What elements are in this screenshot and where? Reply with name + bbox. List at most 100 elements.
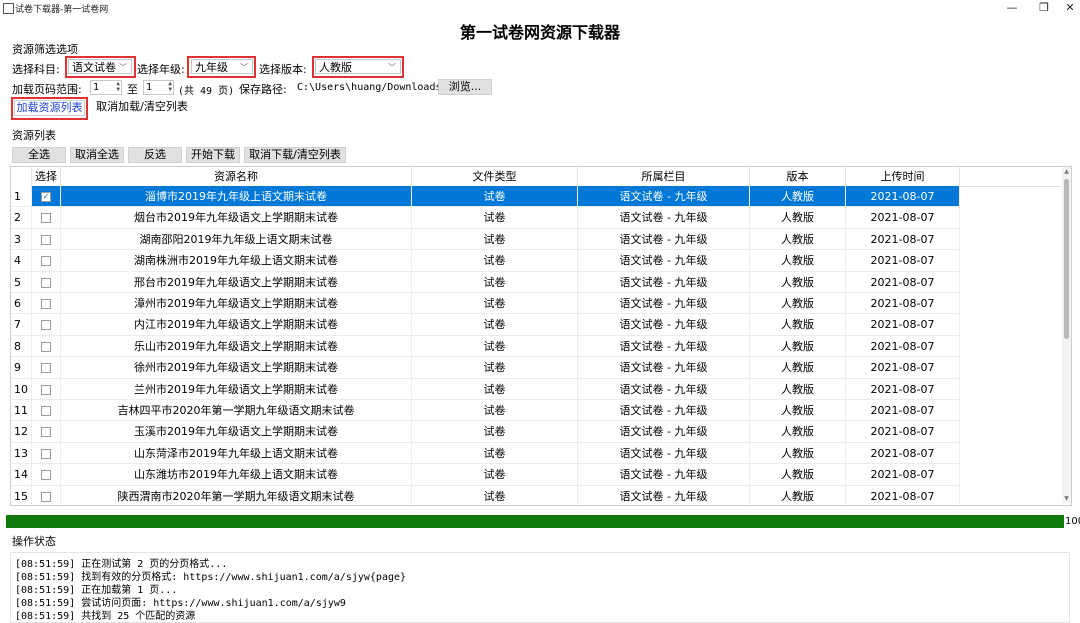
row-checkbox[interactable] — [41, 427, 51, 438]
browse-button[interactable]: 浏览... — [438, 79, 492, 95]
row-select-cell: ✓ — [32, 186, 61, 208]
upload-date-cell: 2021-08-07 — [846, 250, 960, 272]
scrollbar-thumb[interactable] — [1064, 179, 1069, 339]
file-type-cell: 试卷 — [412, 207, 578, 229]
list-section-label: 资源列表 — [12, 129, 56, 142]
checked-checkbox[interactable]: ✓ — [41, 192, 51, 202]
category-cell: 语文试卷 - 九年级 — [578, 378, 750, 400]
category-cell: 语文试卷 - 九年级 — [578, 314, 750, 336]
title-bar: 试卷下载器-第一试卷网 — ❐ ✕ — [0, 0, 1080, 16]
row-number: 8 — [11, 335, 32, 358]
edition-highlight-box — [312, 56, 404, 78]
row-checkbox[interactable] — [41, 256, 51, 267]
resource-name-cell: 乐山市2019年九年级语文上学期期末试卷 — [61, 335, 412, 358]
row-checkbox[interactable] — [41, 277, 51, 288]
category-cell: 语文试卷 - 九年级 — [578, 293, 750, 315]
column-header-type[interactable]: 文件类型 — [412, 167, 578, 186]
edition-cell: 人教版 — [750, 293, 846, 315]
scroll-up-icon[interactable]: ▲ — [1062, 168, 1071, 175]
app-icon — [3, 3, 14, 14]
page-from-value: 1 — [93, 82, 100, 93]
file-type-cell: 试卷 — [412, 485, 578, 505]
file-type-cell: 试卷 — [412, 378, 578, 400]
row-checkbox[interactable] — [41, 406, 51, 416]
row-checkbox[interactable] — [41, 213, 51, 224]
table-row[interactable]: 7 内江市2019年九年级语文上学期期末试卷 试卷 语文试卷 - 九年级 人教版 2021… — [11, 314, 1061, 336]
row-checkbox[interactable] — [41, 320, 51, 331]
start-download-button[interactable]: 开始下载 — [186, 147, 240, 163]
deselect-all-button[interactable]: 取消全选 — [70, 147, 124, 163]
page-to-spinbox[interactable]: 1 ▲ ▼ — [143, 80, 174, 95]
resource-name-cell: 徐州市2019年九年级语文上学期期末试卷 — [61, 357, 412, 379]
close-button[interactable]: ✕ — [1055, 0, 1080, 16]
upload-date-cell: 2021-08-07 — [846, 485, 960, 505]
row-select-cell — [32, 378, 61, 400]
row-checkbox[interactable] — [41, 341, 51, 352]
edition-cell: 人教版 — [750, 378, 846, 400]
invert-selection-button[interactable]: 反选 — [128, 147, 182, 163]
scroll-down-icon[interactable]: ▼ — [1062, 495, 1071, 502]
to-label: 至 — [127, 83, 138, 96]
row-checkbox[interactable] — [41, 448, 51, 459]
vertical-scrollbar[interactable]: ▲ ▼ — [1062, 167, 1071, 503]
page-from-spinbox[interactable]: 1 ▲ ▼ — [90, 80, 122, 95]
column-header-date[interactable]: 上传时间 — [846, 167, 960, 186]
table-row[interactable]: 11 吉林四平市2020年第一学期九年级语文期末试卷 试卷 语文试卷 - 九年级 人教版… — [11, 400, 1061, 422]
table-row[interactable]: 5 邢台市2019年九年级语文上学期期末试卷 试卷 语文试卷 - 九年级 人教版 2021… — [11, 271, 1061, 293]
category-cell: 语文试卷 - 九年级 — [578, 271, 750, 293]
row-checkbox[interactable] — [41, 234, 51, 245]
resource-name-cell: 漳州市2019年九年级语文上学期期末试卷 — [61, 293, 412, 315]
upload-date-cell: 2021-08-07 — [846, 271, 960, 293]
upload-date-cell: 2021-08-07 — [846, 293, 960, 315]
progress-bar — [6, 515, 1064, 528]
table-row[interactable]: 2 烟台市2019年九年级语文上学期期末试卷 试卷 语文试卷 - 九年级 人教版 2021… — [11, 207, 1061, 229]
cancel-download-button[interactable]: 取消下载/清空列表 — [244, 147, 346, 163]
upload-date-cell: 2021-08-07 — [846, 464, 960, 486]
edition-label: 选择版本: — [259, 63, 307, 76]
table-row[interactable]: 14 山东潍坊市2019年九年级上语文期末试卷 试卷 语文试卷 - 九年级 人教版 202… — [11, 464, 1061, 486]
column-header-edition[interactable]: 版本 — [750, 167, 846, 186]
column-header-select[interactable]: 选择 — [32, 167, 61, 186]
table-row[interactable]: 9 徐州市2019年九年级语文上学期期末试卷 试卷 语文试卷 - 九年级 人教版 2021… — [11, 357, 1061, 379]
table-row[interactable]: 1 ✓ 淄博市2019年九年级上语文期末试卷 试卷 语文试卷 - 九年级 人教版 2021-… — [11, 186, 1061, 208]
row-checkbox[interactable] — [41, 384, 51, 395]
file-type-cell: 试卷 — [412, 357, 578, 379]
upload-date-cell: 2021-08-07 — [846, 442, 960, 465]
category-cell: 语文试卷 - 九年级 — [578, 421, 750, 443]
window-title: 试卷下载器-第一试卷网 — [15, 5, 109, 15]
category-cell: 语文试卷 - 九年级 — [578, 464, 750, 486]
file-type-cell: 试卷 — [412, 421, 578, 443]
table-row[interactable]: 4 湖南株洲市2019年九年级上语文期末试卷 试卷 语文试卷 - 九年级 人教版 2021… — [11, 250, 1061, 272]
row-checkbox[interactable] — [41, 363, 51, 374]
table-row[interactable]: 3 湖南邵阳2019年九年级上语文期末试卷 试卷 语文试卷 - 九年级 人教版 2021-… — [11, 228, 1061, 251]
filter-section-label: 资源筛选选项 — [12, 43, 78, 56]
minimize-button[interactable]: — — [997, 0, 1027, 16]
table-row[interactable]: 15 陕西渭南市2020年第一学期九年级语文期末试卷 试卷 语文试卷 - 九年级 人教版… — [11, 485, 1061, 505]
row-number: 3 — [11, 228, 32, 251]
file-type-cell: 试卷 — [412, 464, 578, 486]
spin-arrows-icon[interactable]: ▲ ▼ — [168, 81, 172, 93]
file-type-cell: 试卷 — [412, 293, 578, 315]
file-type-cell: 试卷 — [412, 442, 578, 465]
file-type-cell: 试卷 — [412, 186, 578, 208]
table-row[interactable]: 6 漳州市2019年九年级语文上学期期末试卷 试卷 语文试卷 - 九年级 人教版 2021… — [11, 293, 1061, 315]
table-row[interactable]: 13 山东菏泽市2019年九年级上语文期末试卷 试卷 语文试卷 - 九年级 人教版 202… — [11, 442, 1061, 465]
select-all-button[interactable]: 全选 — [12, 147, 66, 163]
spin-arrows-icon[interactable]: ▲ ▼ — [116, 81, 120, 93]
row-checkbox[interactable] — [41, 299, 51, 309]
table-row[interactable]: 12 玉溪市2019年九年级语文上学期期末试卷 试卷 语文试卷 - 九年级 人教版 202… — [11, 421, 1061, 443]
row-select-cell — [32, 293, 61, 315]
edition-cell: 人教版 — [750, 357, 846, 379]
row-checkbox[interactable] — [41, 470, 51, 481]
table-row[interactable]: 10 兰州市2019年九年级语文上学期期末试卷 试卷 语文试卷 - 九年级 人教版 202… — [11, 378, 1061, 400]
column-header-name[interactable]: 资源名称 — [61, 167, 412, 186]
row-checkbox[interactable] — [41, 491, 51, 502]
table-row[interactable]: 8 乐山市2019年九年级语文上学期期末试卷 试卷 语文试卷 - 九年级 人教版 2021… — [11, 335, 1061, 358]
column-header-category[interactable]: 所属栏目 — [578, 167, 750, 186]
category-cell: 语文试卷 - 九年级 — [578, 335, 750, 358]
status-log[interactable]: [08:51:59] 正在测试第 2 页的分页格式... [08:51:59] … — [10, 552, 1070, 623]
cancel-load-button[interactable]: 取消加载/清空列表 — [92, 100, 192, 116]
row-number: 9 — [11, 357, 32, 379]
row-select-cell — [32, 464, 61, 486]
resource-table[interactable]: 选择 资源名称 文件类型 所属栏目 版本 上传时间 1 ✓ 淄博市2019年九年级上… — [10, 166, 1072, 506]
